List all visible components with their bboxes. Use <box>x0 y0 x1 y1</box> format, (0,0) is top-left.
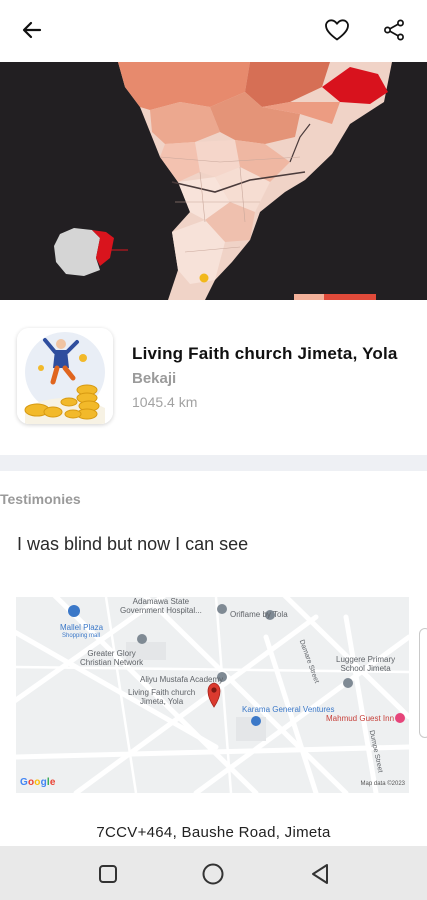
place-card[interactable]: Living Faith church Jimeta, Yola Bekaji … <box>0 300 427 455</box>
app-bar <box>0 0 427 62</box>
map-label-academy: Aliyu Mustafa Academy <box>140 675 224 684</box>
home-circle-icon[interactable] <box>199 860 227 888</box>
back-triangle-icon[interactable] <box>306 860 334 888</box>
map-label-plaza: Mallel Plaza <box>60 623 104 632</box>
place-distance: 1045.4 km <box>132 394 198 410</box>
system-nav-bar <box>0 846 427 900</box>
map-label-church: Living Faith church Jimeta, Yola <box>128 688 196 706</box>
section-divider <box>0 455 427 471</box>
testimonies-label: Testimonies <box>0 491 81 507</box>
map-label-guest: Mahmud Guest Inn <box>326 714 395 723</box>
map-label-karama: Karama General Ventures <box>242 705 335 714</box>
back-arrow-icon[interactable] <box>14 12 50 48</box>
location-map[interactable]: Adamawa State Government Hospital... Orif… <box>16 597 409 793</box>
map-label-luggere: Luggere Primary School Jimeta <box>336 655 396 673</box>
recents-square-icon[interactable] <box>94 860 122 888</box>
google-logo: Google <box>20 777 56 788</box>
share-icon[interactable] <box>376 12 412 48</box>
heart-icon[interactable] <box>319 12 355 48</box>
address-text: 7CCV+464, Baushe Road, Jimeta <box>96 824 331 841</box>
map-credit: Map data ©2023 <box>360 781 405 787</box>
map-label-glory: Greater Glory Christian Network <box>80 649 144 667</box>
place-area: Bekaji <box>132 370 177 387</box>
celebration-coins-icon <box>17 328 113 424</box>
map-label-plaza-sub: Shopping mall <box>62 633 101 639</box>
side-scroll-handle[interactable] <box>419 628 427 738</box>
hero-map-image <box>0 62 427 300</box>
map-label-oriflame: Oriflame by Tola <box>230 610 288 619</box>
map-label-hospital: Adamawa State Government Hospital... <box>120 597 202 615</box>
testimony-text: I was blind but now I can see <box>17 534 249 554</box>
place-name: Living Faith church Jimeta, Yola <box>132 344 398 363</box>
